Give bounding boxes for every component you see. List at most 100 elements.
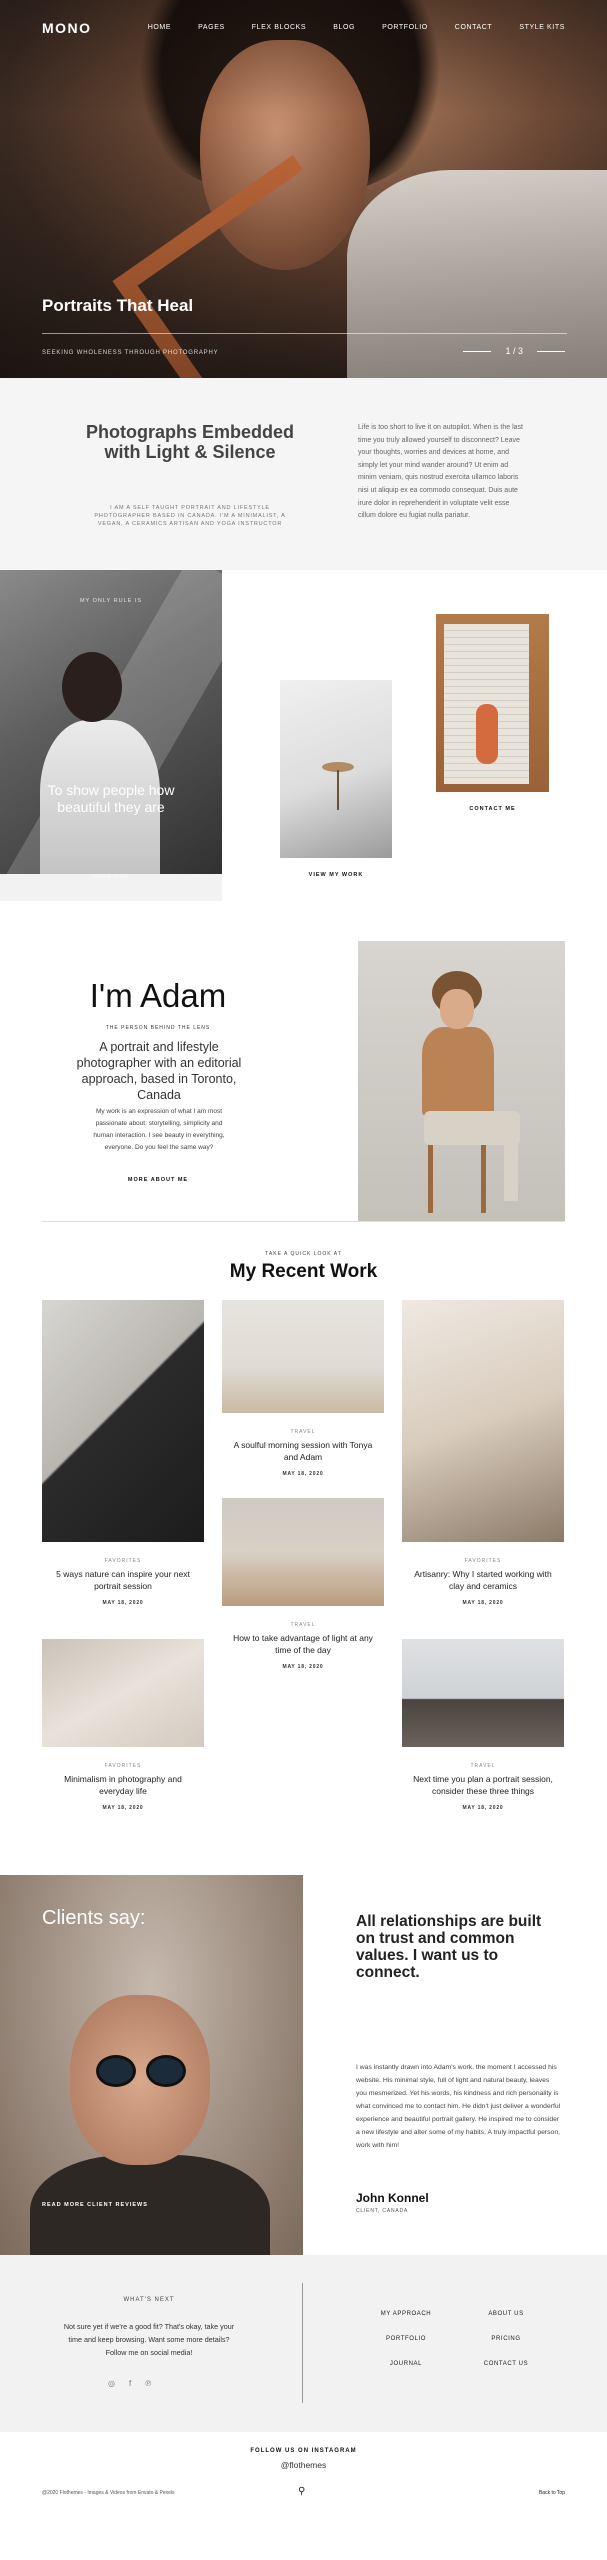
quote-caption: MY ONLY RULE IS xyxy=(79,598,143,604)
interior-image[interactable] xyxy=(280,680,392,858)
sunglasses-icon xyxy=(96,2055,136,2087)
hero-subtitle: SEEKING WHOLENESS THROUGH PHOTOGRAPHY xyxy=(42,350,219,356)
post-card[interactable]: FAVORITES Minimalism in photography and … xyxy=(42,1639,204,1811)
footer-link-my-approach[interactable]: MY APPROACH xyxy=(356,2311,456,2317)
bottom-bar: @2020 Flothemes - Images & Videos from E… xyxy=(0,2482,607,2506)
back-to-top-link[interactable]: Back to Top xyxy=(539,2490,565,2496)
instagram-icon[interactable]: ◎ xyxy=(108,2379,115,2388)
post-title[interactable]: Artisanry: Why I started working with cl… xyxy=(408,1568,558,1592)
main-menu: HOME PAGES FLEX BLOCKS BLOG PORTFOLIO CO… xyxy=(148,24,565,31)
menu-item-pages[interactable]: PAGES xyxy=(198,24,225,31)
social-icons: ◎ f ℗ xyxy=(108,2379,151,2388)
post-image[interactable] xyxy=(222,1300,384,1413)
instagram-section: FOLLOW US ON INSTAGRAM @flothemes @2020 … xyxy=(0,2432,607,2510)
view-my-work-link[interactable]: VIEW MY WORK xyxy=(280,872,392,878)
footer-link-pricing[interactable]: PRICING xyxy=(456,2336,556,2342)
hero-divider xyxy=(42,333,567,334)
site-logo[interactable]: MONO xyxy=(42,20,92,36)
post-image[interactable] xyxy=(402,1639,564,1747)
quote-image: MY ONLY RULE IS To show people how beaut… xyxy=(0,570,222,901)
menu-item-flex-blocks[interactable]: FLEX BLOCKS xyxy=(252,24,306,31)
quote-author: JOHN DOE xyxy=(0,874,222,901)
post-category[interactable]: TRAVEL xyxy=(222,1429,384,1435)
about-tagline: THE PERSON BEHIND THE LENS xyxy=(105,1025,211,1031)
menu-item-blog[interactable]: BLOG xyxy=(333,24,355,31)
clients-title: Clients say: xyxy=(42,1907,146,1929)
photographer-portrait xyxy=(358,941,565,1221)
menu-item-contact[interactable]: CONTACT xyxy=(455,24,493,31)
recent-work-section: TAKE A QUICK LOOK AT My Recent Work FAVO… xyxy=(0,1221,607,1875)
post-title[interactable]: 5 ways nature can inspire your next port… xyxy=(48,1568,198,1592)
footer-link-about-us[interactable]: ABOUT US xyxy=(456,2311,556,2317)
menu-item-style-kits[interactable]: STYLE KITS xyxy=(519,24,565,31)
post-card[interactable]: FAVORITES Artisanry: Why I started worki… xyxy=(402,1300,564,1606)
footer-section: WHAT'S NEXT Not sure yet if we're a good… xyxy=(0,2255,607,2432)
post-title[interactable]: How to take advantage of light at any ti… xyxy=(228,1632,378,1656)
post-date: MAY 18, 2020 xyxy=(282,1471,324,1477)
post-image[interactable] xyxy=(42,1300,204,1542)
post-card[interactable]: TRAVEL How to take advantage of light at… xyxy=(222,1498,384,1670)
post-image[interactable] xyxy=(402,1300,564,1542)
slide-counter: 1 / 3 xyxy=(505,346,523,356)
post-image[interactable] xyxy=(42,1639,204,1747)
footer-divider xyxy=(302,2283,303,2403)
post-card[interactable]: FAVORITES 5 ways nature can inspire your… xyxy=(42,1300,204,1606)
top-navigation: MONO HOME PAGES FLEX BLOCKS BLOG PORTFOL… xyxy=(0,0,607,55)
post-title[interactable]: Minimalism in photography and everyday l… xyxy=(48,1773,198,1797)
post-date: MAY 18, 2020 xyxy=(282,1664,324,1670)
hero-slider: MONO HOME PAGES FLEX BLOCKS BLOG PORTFOL… xyxy=(0,0,607,378)
testimonials-section: Clients say: READ MORE CLIENT REVIEWS Al… xyxy=(0,1875,607,2255)
post-category[interactable]: FAVORITES xyxy=(402,1558,564,1564)
footer-text: Not sure yet if we're a good fit? That's… xyxy=(63,2322,235,2357)
post-card[interactable]: TRAVEL A soulful morning session with To… xyxy=(222,1300,384,1477)
recent-work-tag: TAKE A QUICK LOOK AT xyxy=(265,1251,342,1257)
post-category[interactable]: FAVORITES xyxy=(42,1558,204,1564)
footer-tag: WHAT'S NEXT xyxy=(123,2297,175,2303)
post-date: MAY 18, 2020 xyxy=(102,1805,144,1811)
post-title[interactable]: A soulful morning session with Tonya and… xyxy=(228,1439,378,1463)
intro-subtext: I AM A SELF TAUGHT PORTRAIT AND LIFESTYL… xyxy=(94,505,286,527)
recent-work-heading: My Recent Work xyxy=(229,1261,378,1282)
facebook-icon[interactable]: f xyxy=(129,2379,131,2388)
more-about-me-button[interactable]: MORE ABOUT ME xyxy=(58,1177,258,1183)
about-lead: A portrait and lifestyle photographer wi… xyxy=(76,1040,242,1102)
post-title[interactable]: Next time you plan a portrait session, c… xyxy=(408,1773,558,1797)
prev-arrow-icon[interactable] xyxy=(463,350,492,352)
intro-paragraph: Life is too short to live it on autopilo… xyxy=(358,424,523,520)
instagram-label: FOLLOW US ON INSTAGRAM xyxy=(250,2448,357,2454)
copyright: @2020 Flothemes - Images & Videos from E… xyxy=(42,2490,175,2496)
quote-text: To show people how beautiful they are xyxy=(47,782,175,815)
slider-controls: 1 / 3 xyxy=(463,346,565,356)
intro-section: Photographs Embedded with Light & Silenc… xyxy=(0,378,607,570)
next-arrow-icon[interactable] xyxy=(537,350,565,352)
menu-item-home[interactable]: HOME xyxy=(148,24,171,31)
garage-door-image[interactable] xyxy=(436,614,549,792)
client-role: CLIENT, CANADA xyxy=(356,2208,409,2214)
hero-title: Portraits That Heal xyxy=(42,296,194,315)
footer-link-contact-us[interactable]: CONTACT US xyxy=(456,2361,556,2367)
about-paragraph: My work is an expression of what I am mo… xyxy=(93,1108,225,1151)
post-category[interactable]: TRAVEL xyxy=(222,1622,384,1628)
footer-link-portfolio[interactable]: PORTFOLIO xyxy=(356,2336,456,2342)
post-date: MAY 18, 2020 xyxy=(462,1600,504,1606)
post-category[interactable]: TRAVEL xyxy=(402,1763,564,1769)
client-photo: Clients say: READ MORE CLIENT REVIEWS xyxy=(0,1875,303,2255)
post-image[interactable] xyxy=(222,1498,384,1606)
about-section: I'm Adam THE PERSON BEHIND THE LENS A po… xyxy=(0,913,607,1221)
location-pin-icon: ⚲ xyxy=(298,2486,306,2497)
about-heading: I'm Adam xyxy=(89,977,227,1014)
post-card[interactable]: TRAVEL Next time you plan a portrait ses… xyxy=(402,1639,564,1811)
pinterest-icon[interactable]: ℗ xyxy=(145,2379,151,2388)
testimonial-text: I was instantly drawn into Adam's work, … xyxy=(356,2064,561,2149)
post-category[interactable]: FAVORITES xyxy=(42,1763,204,1769)
client-name: John Konnel xyxy=(356,2191,429,2205)
post-date: MAY 18, 2020 xyxy=(462,1805,504,1811)
clients-heading: All relationships are built on trust and… xyxy=(356,1913,542,1981)
contact-me-link[interactable]: CONTACT ME xyxy=(436,806,549,812)
read-more-reviews-link[interactable]: READ MORE CLIENT REVIEWS xyxy=(42,2202,148,2208)
instagram-handle[interactable]: @flothemes xyxy=(0,2460,607,2470)
section-divider xyxy=(42,1221,564,1222)
menu-item-portfolio[interactable]: PORTFOLIO xyxy=(382,24,428,31)
intro-heading: Photographs Embedded with Light & Silenc… xyxy=(85,422,294,462)
footer-link-journal[interactable]: JOURNAL xyxy=(356,2361,456,2367)
